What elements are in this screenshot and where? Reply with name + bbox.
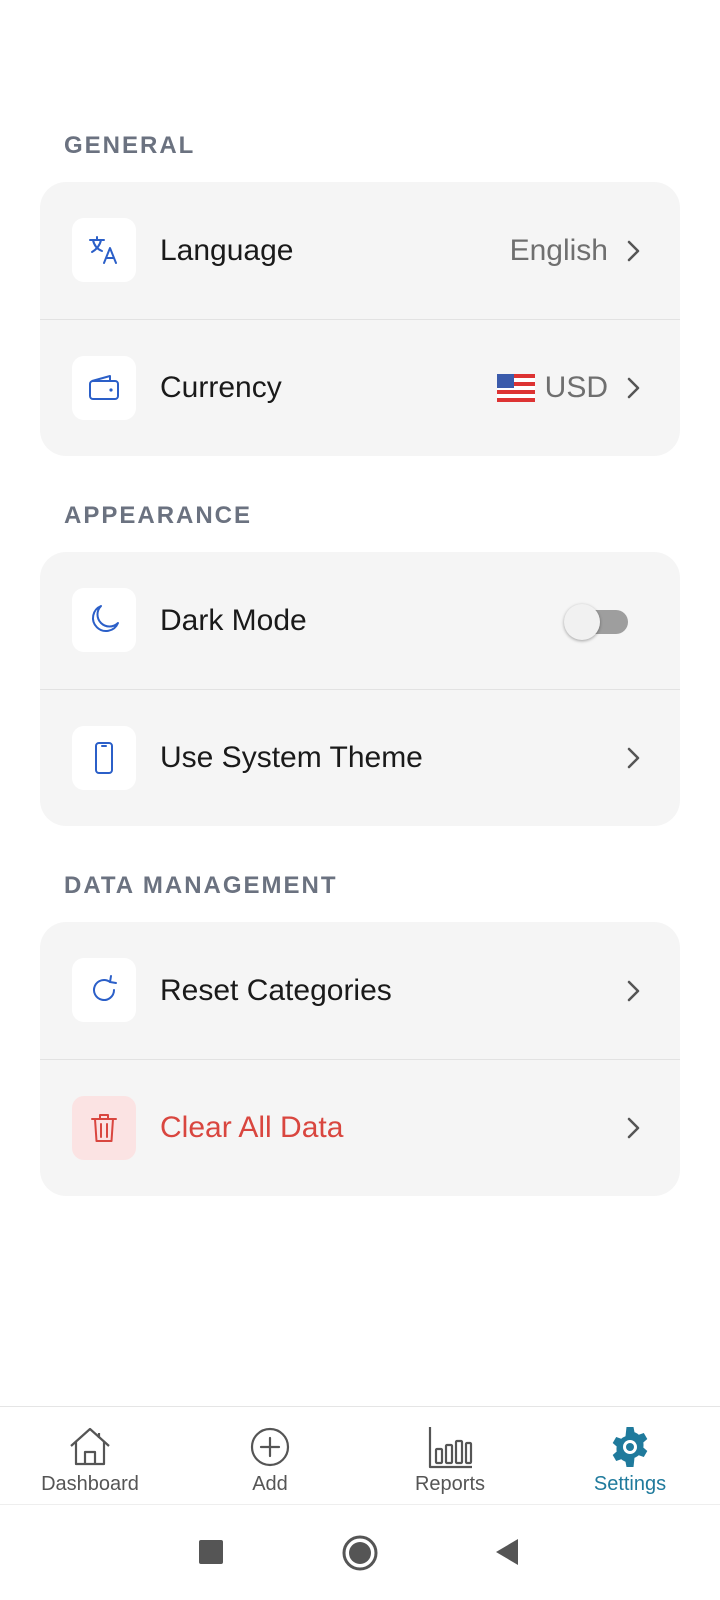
nav-dashboard-label: Dashboard (41, 1473, 139, 1495)
language-label: Language (160, 233, 294, 267)
nav-reports-label: Reports (414, 1473, 486, 1495)
toggle-thumb (564, 603, 600, 640)
trash-icon (72, 1096, 136, 1160)
settings-screen: GENERAL Language English Currency USD AP… (0, 0, 720, 1406)
clear-all-data-row[interactable]: Clear All Data (40, 1059, 680, 1196)
us-flag-icon (496, 374, 535, 402)
reset-categories-label: Reset Categories (160, 973, 392, 1007)
dark-mode-label: Dark Mode (160, 603, 307, 637)
currency-code: USD (544, 371, 608, 404)
nav-settings-label: Settings (593, 1473, 667, 1495)
clear-all-data-label: Clear All Data (160, 1111, 344, 1144)
currency-value: USD (496, 371, 608, 405)
section-title-data-management: DATA MANAGEMENT (64, 872, 338, 899)
language-value: English (509, 233, 608, 267)
system-theme-label: Use System Theme (160, 741, 423, 774)
language-row[interactable]: Language English (40, 182, 680, 319)
smartphone-icon (72, 726, 136, 790)
section-title-appearance: APPEARANCE (64, 502, 253, 529)
chevron-right-icon (627, 980, 640, 1001)
chevron-right-icon (627, 747, 640, 769)
chevron-right-icon (627, 377, 640, 399)
general-card: Language English Currency USD (40, 182, 680, 456)
data-management-card: Reset Categories Clear All Data (40, 922, 680, 1196)
dark-mode-toggle[interactable] (564, 603, 628, 640)
nav-add-label: Add (252, 1473, 288, 1495)
recents-square-icon[interactable] (198, 1539, 224, 1565)
chevron-right-icon (627, 240, 640, 261)
bottom-nav: Dashboard Add Reports Settings (0, 1406, 720, 1504)
gear-icon (612, 1427, 648, 1467)
refresh-icon (72, 958, 136, 1022)
section-title-general: GENERAL (64, 132, 196, 159)
chevron-right-icon (627, 1117, 640, 1139)
wallet-icon (72, 356, 136, 420)
home-circle-icon[interactable] (342, 1535, 378, 1571)
back-triangle-icon[interactable] (494, 1537, 520, 1567)
nav-add[interactable]: Add (180, 1407, 360, 1504)
plus-circle-icon (250, 1427, 290, 1467)
currency-row[interactable]: Currency USD (40, 319, 680, 456)
system-theme-row[interactable]: Use System Theme (40, 689, 680, 826)
nav-dashboard[interactable]: Dashboard (0, 1407, 180, 1504)
translate-icon (72, 218, 136, 282)
dark-mode-row: Dark Mode (40, 552, 680, 689)
system-nav-bar (0, 1504, 720, 1600)
bar-chart-icon (428, 1427, 473, 1469)
currency-label: Currency (160, 371, 282, 404)
appearance-card: Dark Mode Use System Theme (40, 552, 680, 826)
home-icon (70, 1427, 110, 1466)
nav-settings[interactable]: Settings (540, 1407, 720, 1504)
nav-reports[interactable]: Reports (360, 1407, 540, 1504)
moon-icon (72, 588, 136, 652)
reset-categories-row[interactable]: Reset Categories (40, 922, 680, 1059)
